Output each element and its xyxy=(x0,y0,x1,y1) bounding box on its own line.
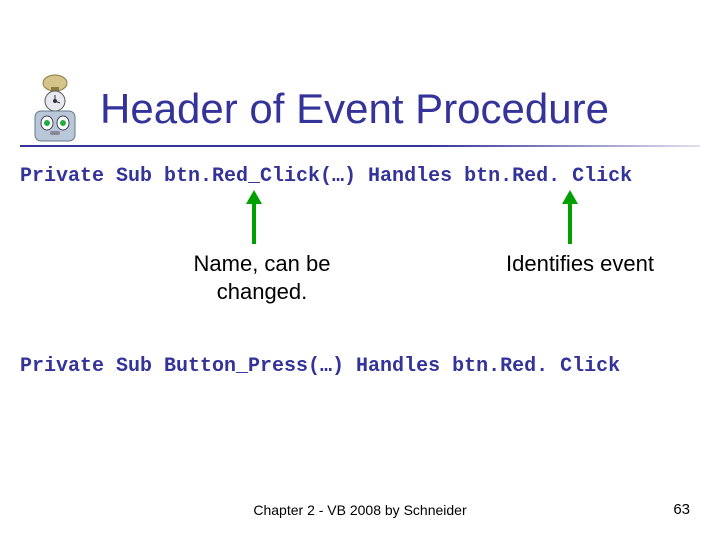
code-line-1: Private Sub btn.Red_Click(…) Handles btn… xyxy=(20,165,632,188)
annotation-name-label: Name, can be changed. xyxy=(192,250,332,305)
decorative-icon xyxy=(20,65,90,145)
slide-title: Header of Event Procedure xyxy=(100,85,609,133)
arrow-name-shaft xyxy=(252,204,256,244)
arrow-event-head xyxy=(562,190,578,204)
arrow-event-shaft xyxy=(568,204,572,244)
footer-text: Chapter 2 - VB 2008 by Schneider xyxy=(0,502,720,518)
arrow-name-head xyxy=(246,190,262,204)
page-number: 63 xyxy=(673,501,690,518)
code-line-2: Private Sub Button_Press(…) Handles btn.… xyxy=(20,355,620,378)
title-underline xyxy=(20,145,700,147)
annotation-event-label: Identifies event xyxy=(480,250,680,278)
header-row: Header of Event Procedure xyxy=(0,65,720,150)
